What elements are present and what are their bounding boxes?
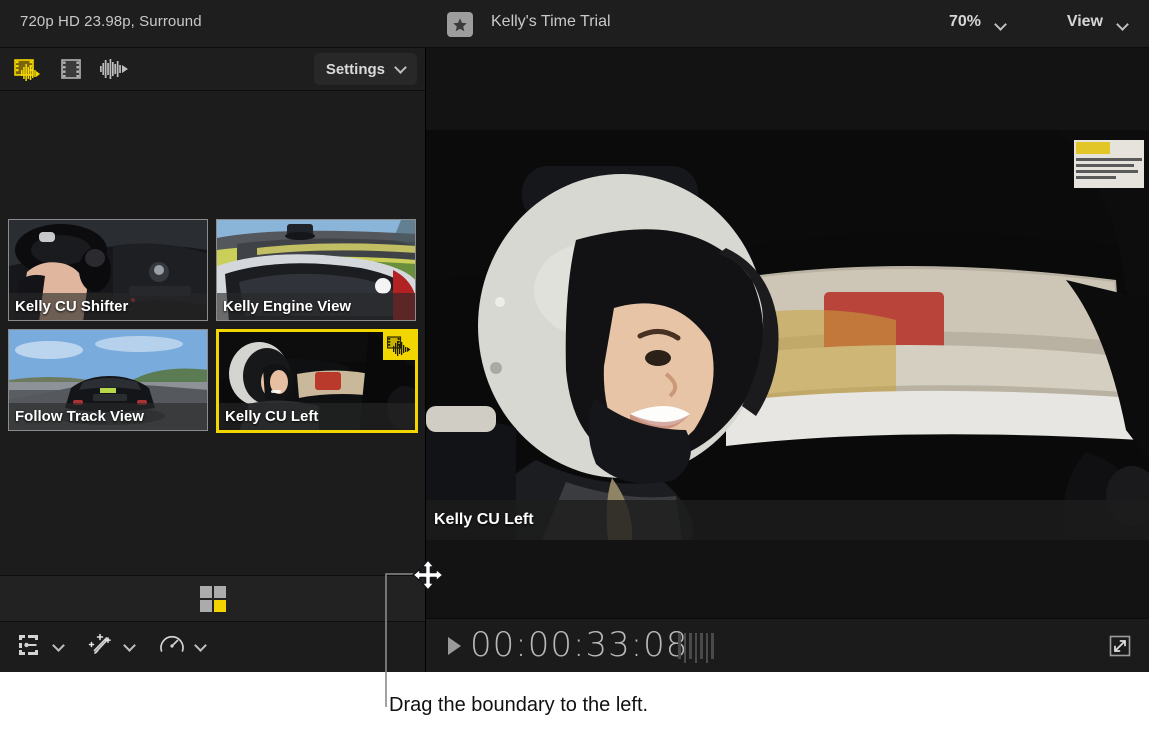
page-title: Kelly's Time Trial [491, 13, 611, 31]
zoom-chevron-down-icon[interactable] [994, 17, 1007, 35]
viewer-transport-bar: 00:00:33:08 [426, 618, 1149, 672]
zoom-level-value[interactable]: 70% [949, 13, 981, 31]
retime-chevron-down-icon [194, 643, 207, 651]
transform-crop-distort-tool[interactable] [16, 632, 65, 663]
audio-only-icon[interactable] [98, 55, 130, 83]
angle-viewer-browser-panel: Settings [0, 48, 426, 672]
grid-cell-2 [214, 586, 226, 598]
transform-chevron-down-icon [52, 643, 65, 651]
angle-thumbnail-label: Kelly CU Left [219, 403, 415, 430]
meter-bar-2 [684, 633, 687, 663]
grid-cell-1 [200, 586, 212, 598]
grid-cell-4-active [214, 600, 226, 612]
angle-thumbnail-kelly-cu-left[interactable]: Kelly CU Left [216, 329, 418, 433]
viewer-top-bar: 720p HD 23.98p, Surround Kelly's Time Tr… [0, 0, 1149, 48]
magic-wand-icon [87, 632, 115, 663]
video-and-audio-icon[interactable] [12, 55, 44, 83]
resize-move-cursor [410, 557, 446, 593]
angle-thumbnail-label: Follow Track View [9, 403, 207, 430]
final-cut-pro-angle-viewer-window: 720p HD 23.98p, Surround Kelly's Time Tr… [0, 0, 1149, 672]
viewer-tool-strip [0, 622, 425, 672]
enhancements-chevron-down-icon [123, 643, 136, 651]
angle-display-toggle-bar [0, 575, 425, 622]
angle-thumbnail-grid: Kelly CU Shifter [8, 219, 420, 441]
angle-thumbnail-kelly-engine-view[interactable]: Kelly Engine View [216, 219, 416, 321]
viewer-angle-label: Kelly CU Left [426, 500, 1149, 540]
meter-bar-7 [711, 633, 714, 659]
audio-meter-icon[interactable] [678, 633, 714, 663]
angle-viewer-settings-bar: Settings [0, 48, 425, 91]
instruction-caption: Drag the boundary to the left. [389, 694, 648, 717]
video-only-icon[interactable] [55, 55, 87, 83]
meter-bar-5 [700, 633, 703, 659]
angle-row-1: Kelly CU Shifter [8, 219, 420, 321]
enhancements-tool[interactable] [87, 632, 136, 663]
play-triangle-icon[interactable] [448, 637, 461, 655]
viewer-video-frame: Kelly CU Left [426, 130, 1149, 540]
retime-tool[interactable] [158, 632, 207, 663]
angle-thumbnail-follow-track-view[interactable]: Follow Track View [8, 329, 208, 431]
view-chevron-down-icon[interactable] [1116, 17, 1129, 35]
angle-display-grid-icon[interactable] [200, 586, 226, 612]
speedometer-icon [158, 632, 186, 663]
callout-leader-line [385, 573, 427, 708]
expand-fullscreen-icon[interactable] [1105, 631, 1135, 661]
settings-button[interactable]: Settings [314, 53, 417, 85]
angle-monitor-buttons [12, 55, 130, 83]
grid-cell-3 [200, 600, 212, 612]
settings-chevron-down-icon [394, 65, 407, 73]
angle-row-2: Follow Track View [8, 329, 420, 433]
clip-format-info: 720p HD 23.98p, Surround [20, 13, 202, 30]
screenshot-root: 720p HD 23.98p, Surround Kelly's Time Tr… [0, 0, 1149, 734]
angle-thumbnail-label: Kelly Engine View [217, 293, 415, 320]
view-menu-label[interactable]: View [1067, 13, 1103, 31]
angle-viewer-display[interactable]: Kelly CU Left [426, 48, 1149, 618]
meter-bar-3 [689, 633, 692, 659]
crop-icon [16, 632, 44, 663]
meter-bar-6 [706, 633, 709, 663]
star-icon[interactable] [447, 12, 473, 37]
settings-button-label: Settings [326, 61, 385, 78]
video-and-audio-badge-icon [383, 332, 415, 360]
angle-thumbnail-kelly-cu-shifter[interactable]: Kelly CU Shifter [8, 219, 208, 321]
timecode-display[interactable]: 00:00:33:08 [470, 625, 688, 665]
angle-thumbnail-label: Kelly CU Shifter [9, 293, 207, 320]
meter-bar-1 [678, 633, 681, 659]
meter-bar-4 [695, 633, 698, 663]
